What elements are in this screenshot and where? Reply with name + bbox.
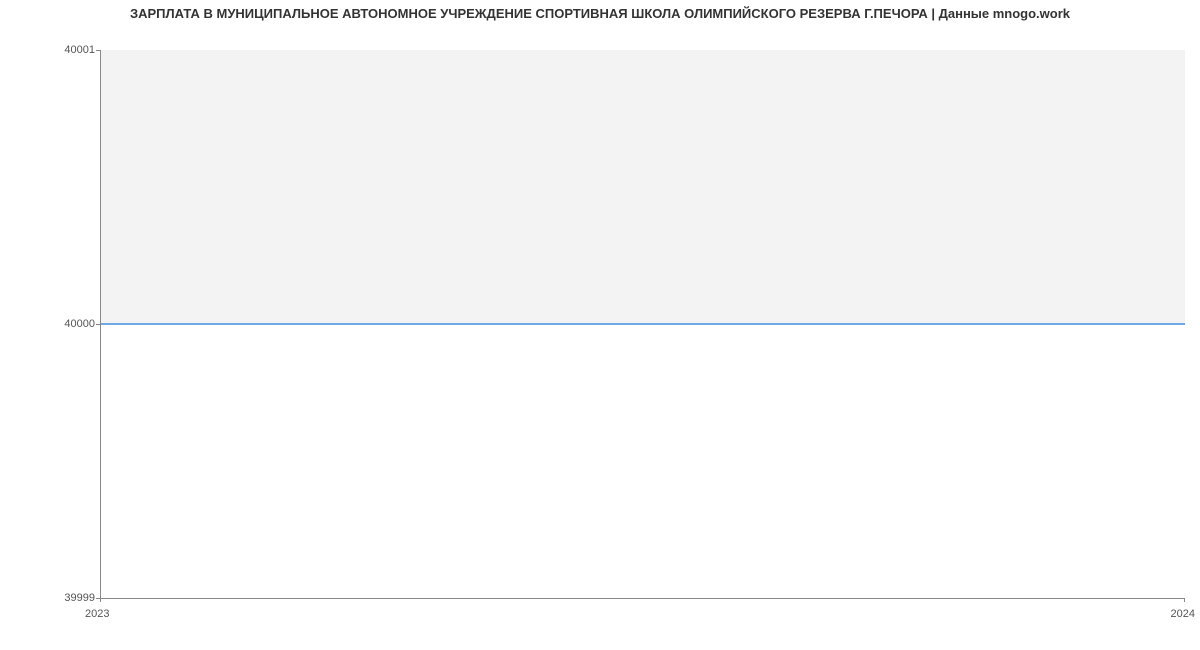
y-axis	[100, 50, 101, 598]
x-axis	[100, 598, 1185, 599]
y-tick-label: 39999	[5, 592, 95, 604]
y-tickmark	[96, 324, 100, 325]
plot-area	[100, 50, 1185, 598]
x-tick-label: 2024	[1171, 608, 1195, 620]
chart-title: ЗАРПЛАТА В МУНИЦИПАЛЬНОЕ АВТОНОМНОЕ УЧРЕ…	[0, 6, 1200, 21]
area-fill	[100, 50, 1185, 324]
x-tickmark	[100, 598, 101, 602]
series-line	[100, 323, 1185, 325]
chart-container: ЗАРПЛАТА В МУНИЦИПАЛЬНОЕ АВТОНОМНОЕ УЧРЕ…	[0, 0, 1200, 650]
y-tick-label: 40001	[5, 44, 95, 56]
y-tick-label: 40000	[5, 318, 95, 330]
y-tickmark	[96, 50, 100, 51]
x-tick-label: 2023	[85, 608, 109, 620]
x-tickmark	[1184, 598, 1185, 602]
